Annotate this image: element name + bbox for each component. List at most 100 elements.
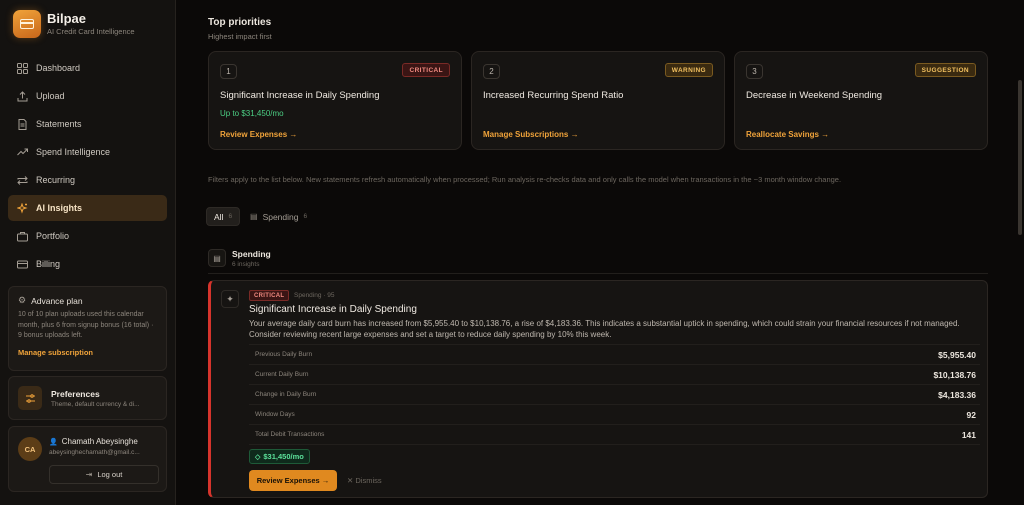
user-icon: 👤	[49, 438, 58, 446]
table-row: Previous Daily Burn $5,955.40	[249, 345, 980, 365]
sidebar-item-label: Recurring	[36, 175, 76, 185]
reallocate-savings-link[interactable]: Reallocate Savings →	[746, 130, 829, 139]
sidebar-item-portfolio[interactable]: Portfolio	[8, 223, 167, 249]
sidebar-item-statements[interactable]: Statements	[8, 111, 167, 137]
trend-icon	[16, 146, 28, 158]
priority-title: Decrease in Weekend Spending	[746, 90, 883, 101]
upload-icon	[16, 90, 28, 102]
brand-name: Bilpae	[47, 10, 87, 26]
status-badge: SUGGESTION	[914, 63, 976, 77]
priority-title: Significant Increase in Daily Spending	[220, 90, 380, 101]
logout-button[interactable]: ⇥ Log out	[49, 465, 159, 484]
user-email: abeysinghechamath@gmail.c...	[49, 449, 140, 456]
priorities-title: Top priorities	[208, 17, 272, 28]
status-badge: CRITICAL	[249, 290, 290, 301]
insight-title: Significant Increase in Daily Spending	[249, 304, 417, 315]
user-name: Chamath Abeysinghe	[61, 437, 138, 446]
user-card: CA 👤 Chamath Abeysinghe abeysinghechamat…	[8, 426, 167, 492]
table-row: Total Debit Transactions 141	[249, 425, 980, 445]
metric-label: Change in Daily Burn	[255, 391, 317, 398]
sidebar-item-label: Upload	[36, 91, 65, 101]
priority-number: 1	[220, 64, 237, 79]
sliders-icon	[18, 386, 42, 410]
sidebar-item-label: Dashboard	[36, 63, 81, 73]
brand-logo-icon	[13, 10, 41, 38]
group-subtitle: 6 insights	[232, 261, 260, 268]
sidebar-item-ai-insights[interactable]: AI Insights	[8, 195, 167, 221]
priority-card[interactable]: 1 CRITICAL Significant Increase in Daily…	[208, 51, 462, 150]
sparkle-icon	[16, 202, 28, 214]
preferences-card[interactable]: Preferences Theme, default currency & di…	[8, 376, 167, 420]
plan-title: Advance plan	[31, 295, 83, 306]
filter-note: Filters apply to the list below. New sta…	[208, 175, 842, 184]
credit-card-icon	[16, 258, 28, 270]
sidebar-item-label: Billing	[36, 259, 61, 269]
briefcase-icon	[16, 230, 28, 242]
metric-label: Previous Daily Burn	[255, 351, 313, 358]
gear-icon: ⚙	[18, 295, 27, 305]
sidebar-item-dashboard[interactable]: Dashboard	[8, 55, 167, 81]
metrics-table: Previous Daily Burn $5,955.40 Current Da…	[249, 344, 980, 445]
table-row: Change in Daily Burn $4,183.36	[249, 385, 980, 405]
sidebar: Bilpae AI Credit Card Intelligence Dashb…	[0, 0, 176, 505]
avatar: CA	[18, 437, 42, 461]
sidebar-item-label: AI Insights	[36, 203, 83, 213]
preferences-title: Preferences	[51, 388, 100, 399]
document-icon: ▤	[208, 249, 226, 267]
sidebar-item-label: Statements	[36, 119, 82, 129]
tab-count: 6	[228, 213, 233, 220]
metric-value: $5,955.40	[938, 349, 976, 360]
preferences-subtitle: Theme, default currency & di...	[51, 400, 140, 408]
main-content[interactable]: Top priorities Highest impact first 1 CR…	[177, 0, 1015, 505]
divider	[208, 273, 988, 274]
group-title: Spending	[232, 249, 271, 259]
sidebar-nav: Dashboard Upload Statements Spend Intell…	[8, 55, 167, 279]
priority-card[interactable]: 3 SUGGESTION Decrease in Weekend Spendin…	[734, 51, 988, 150]
review-expenses-button[interactable]: Review Expenses →	[249, 470, 337, 491]
metric-value: 92	[966, 409, 976, 420]
status-badge: CRITICAL	[402, 63, 450, 77]
priority-card[interactable]: 2 WARNING Increased Recurring Spend Rati…	[471, 51, 725, 150]
logout-icon: ⇥	[85, 470, 93, 479]
brand-subtitle: AI Credit Card Intelligence	[47, 26, 135, 36]
metric-label: Window Days	[255, 411, 295, 418]
metric-value: $10,138.76	[933, 369, 976, 380]
sidebar-item-billing[interactable]: Billing	[8, 251, 167, 277]
priority-impact: Up to $31,450/mo	[220, 109, 284, 118]
manage-subscription-link[interactable]: Manage subscription	[18, 348, 157, 357]
review-expenses-link[interactable]: Review Expenses →	[220, 130, 297, 139]
tag-icon: ◇	[255, 453, 261, 461]
sidebar-item-label: Spend Intelligence	[36, 147, 111, 157]
repeat-icon	[16, 174, 28, 186]
table-row: Window Days 92	[249, 405, 980, 425]
manage-subscriptions-link[interactable]: Manage Subscriptions →	[483, 130, 579, 139]
dashboard-icon	[16, 62, 28, 74]
sparkle-icon: ✦	[221, 290, 239, 308]
tab-spending[interactable]: ▤ Spending 6	[243, 207, 314, 226]
dismiss-button[interactable]: ✕ Dismiss	[347, 476, 382, 485]
priority-number: 2	[483, 64, 500, 79]
plan-card: ⚙ Advance plan 10 of 10 plan uploads use…	[8, 286, 167, 371]
metric-value: $4,183.36	[938, 389, 976, 400]
table-row: Current Daily Burn $10,138.76	[249, 365, 980, 385]
document-icon: ▤	[250, 212, 258, 221]
document-icon	[16, 118, 28, 130]
scrollbar-thumb[interactable]	[1018, 80, 1022, 235]
sidebar-item-spend-intelligence[interactable]: Spend Intelligence	[8, 139, 167, 165]
plan-description: 10 of 10 plan uploads used this calendar…	[18, 311, 154, 339]
sidebar-item-label: Portfolio	[36, 231, 70, 241]
tab-label: All	[214, 211, 224, 222]
sidebar-item-recurring[interactable]: Recurring	[8, 167, 167, 193]
dismiss-label: Dismiss	[355, 476, 382, 485]
metric-value: 141	[961, 429, 976, 440]
metric-label: Total Debit Transactions	[255, 431, 325, 438]
tab-all[interactable]: All 6	[206, 207, 241, 226]
logout-label: Log out	[97, 470, 123, 479]
insight-description: Your average daily card burn has increas…	[249, 319, 960, 339]
insight-meta: Spending · 95	[294, 292, 335, 299]
brand[interactable]: Bilpae AI Credit Card Intelligence	[13, 10, 135, 38]
impact-value: $31,450/mo	[263, 452, 304, 461]
scrollbar[interactable]	[1015, 0, 1024, 505]
sidebar-item-upload[interactable]: Upload	[8, 83, 167, 109]
priority-number: 3	[746, 64, 763, 79]
